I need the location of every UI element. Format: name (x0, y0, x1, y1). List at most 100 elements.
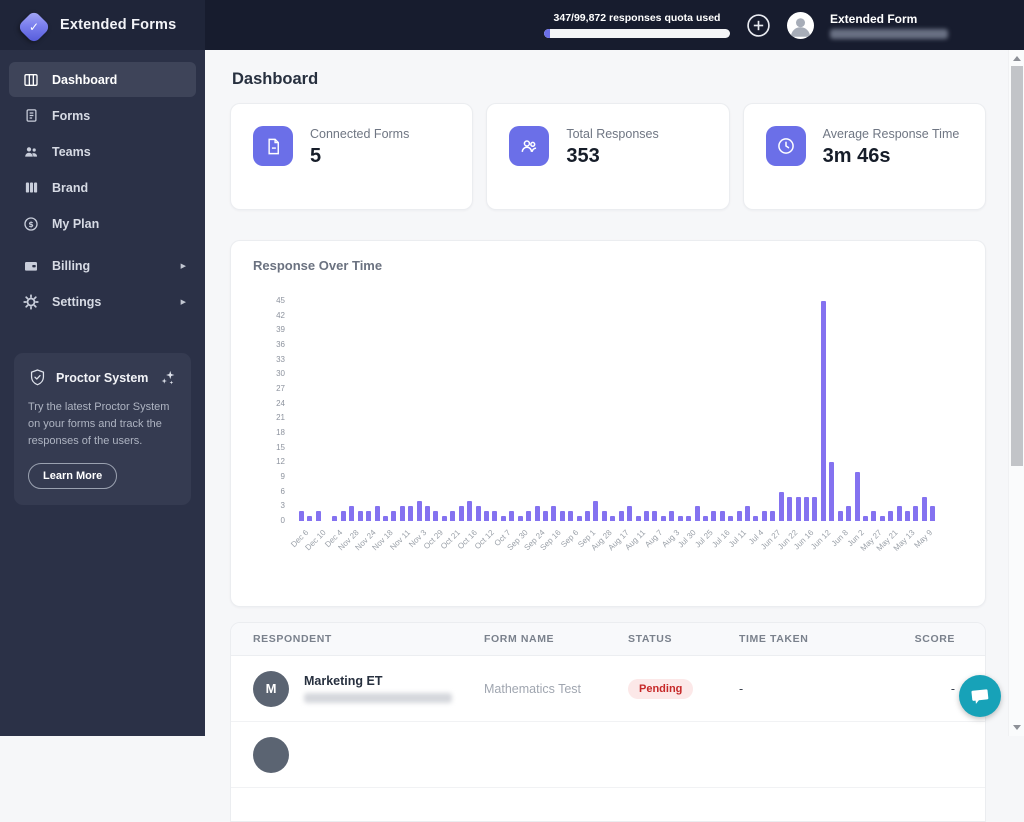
chart-bar (922, 497, 927, 521)
sidebar-item-brand[interactable]: Brand (9, 170, 196, 205)
sidebar-item-label: Billing (52, 259, 90, 273)
chart-bar (307, 516, 312, 521)
chart-bar (341, 511, 346, 521)
table-row[interactable]: M Marketing ET Mathematics Test Pending … (231, 656, 985, 722)
chart-bar (678, 516, 683, 521)
quota-progress-fill (544, 29, 550, 38)
column-header-time-taken: TIME TAKEN (739, 633, 905, 645)
chart-bar (551, 506, 556, 521)
chevron-right-icon: ▶ (181, 262, 186, 270)
scrollbar-thumb[interactable] (1011, 66, 1023, 466)
main-content: Dashboard Connected Forms 5 Total Respon… (205, 50, 1008, 736)
y-tick-label: 30 (276, 369, 285, 378)
chart-bar (636, 516, 641, 521)
proctor-title: Proctor System (56, 371, 159, 385)
app-logo[interactable]: ✓ Extended Forms (0, 0, 205, 50)
chart-bar (846, 506, 851, 521)
y-tick-label: 45 (276, 296, 285, 305)
svg-text:$: $ (28, 219, 33, 228)
x-tick-label: Jun 8 (829, 528, 849, 548)
chart-bar (855, 472, 860, 521)
stat-card-connected-forms: Connected Forms 5 (230, 103, 473, 210)
scrollbar-up-arrow[interactable] (1013, 56, 1021, 61)
proctor-description: Try the latest Proctor System on your fo… (28, 399, 177, 450)
chart-bar (535, 506, 540, 521)
x-tick-label: Jul 11 (727, 528, 748, 549)
shield-check-icon (28, 368, 47, 387)
sidebar-item-forms[interactable]: Forms (9, 98, 196, 133)
x-tick-label: May 9 (912, 528, 934, 550)
chart-bar (796, 497, 801, 521)
chart-bar (585, 511, 590, 521)
add-button[interactable] (746, 13, 771, 38)
chart-bar (728, 516, 733, 521)
x-tick-label: Sep 6 (559, 528, 580, 549)
chart-bar (737, 511, 742, 521)
column-header-respondent: RESPONDENT (231, 633, 484, 645)
chart-bar (518, 516, 523, 521)
chart-bar (408, 506, 413, 521)
sidebar-item-teams[interactable]: Teams (9, 134, 196, 169)
quota-text: 347/99,872 responses quota used (544, 12, 730, 24)
time-taken-value: - (739, 682, 743, 696)
y-tick-label: 9 (281, 472, 285, 481)
respondent-name: Marketing ET (304, 674, 452, 688)
stat-label: Average Response Time (823, 127, 960, 141)
y-tick-label: 0 (281, 516, 285, 525)
columns-icon (22, 71, 40, 89)
chart-bar (661, 516, 666, 521)
chart-bar (400, 506, 405, 521)
y-tick-label: 18 (276, 428, 285, 437)
sidebar-item-label: Dashboard (52, 73, 117, 87)
chart-bar (703, 516, 708, 521)
y-tick-label: 27 (276, 384, 285, 393)
user-info[interactable]: Extended Form (830, 12, 948, 39)
sidebar-item-billing[interactable]: Billing ▶ (9, 248, 196, 283)
chart-bar (568, 511, 573, 521)
plus-icon (746, 13, 771, 38)
user-name: Extended Form (830, 12, 948, 26)
chart-bar (526, 511, 531, 521)
chart-bar (602, 511, 607, 521)
vertical-scrollbar[interactable] (1008, 50, 1024, 736)
column-header-status: STATUS (628, 633, 739, 645)
chart-bar (543, 511, 548, 521)
y-tick-label: 42 (276, 311, 285, 320)
sidebar-item-settings[interactable]: Settings ▶ (9, 284, 196, 319)
respondent-avatar (253, 737, 289, 773)
x-tick-label: Jul 25 (693, 528, 714, 549)
chart-bar (433, 511, 438, 521)
user-avatar[interactable] (787, 12, 814, 39)
chart-bar (779, 492, 784, 521)
sidebar-item-label: Brand (52, 181, 88, 195)
chart-bar (425, 506, 430, 521)
page-title: Dashboard (232, 70, 318, 89)
y-tick-label: 12 (276, 457, 285, 466)
y-tick-label: 15 (276, 443, 285, 452)
sidebar-item-label: Forms (52, 109, 90, 123)
chart-bar (644, 511, 649, 521)
chart-bar (450, 511, 455, 521)
chat-bubble-icon (968, 684, 992, 708)
chat-widget-button[interactable] (959, 675, 1001, 717)
table-header-row: RESPONDENT FORM NAME STATUS TIME TAKEN S… (231, 623, 985, 656)
clock-icon (776, 136, 796, 156)
stat-value: 3m 46s (823, 145, 960, 168)
responses-table: RESPONDENT FORM NAME STATUS TIME TAKEN S… (230, 622, 986, 822)
learn-more-button[interactable]: Learn More (28, 463, 117, 489)
scrollbar-down-arrow[interactable] (1013, 725, 1021, 730)
x-tick-label: Jul 30 (676, 528, 697, 549)
chart-bar (905, 511, 910, 521)
sidebar-item-dashboard[interactable]: Dashboard (9, 62, 196, 97)
stat-value: 5 (310, 145, 409, 168)
sidebar-item-my-plan[interactable]: $ My Plan (9, 206, 196, 241)
chart-bar (492, 511, 497, 521)
sidebar-item-label: Teams (52, 145, 91, 159)
score-value: - (951, 682, 955, 696)
sidebar-item-label: Settings (52, 295, 101, 309)
y-tick-label: 39 (276, 325, 285, 334)
chart-bar (593, 501, 598, 521)
column-header-form-name: FORM NAME (484, 633, 628, 645)
chart-bar (560, 511, 565, 521)
table-row-partial[interactable] (231, 722, 985, 788)
